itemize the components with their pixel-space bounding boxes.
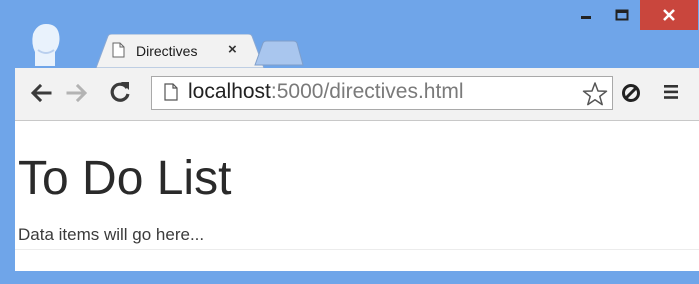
url-path: :5000/directives.html [270,80,464,103]
page-icon [164,83,178,101]
page-heading: To Do List [18,152,232,205]
page-icon [112,42,125,58]
address-bar[interactable]: localhost:5000/directives.html [151,76,613,110]
minimize-button[interactable] [569,0,603,30]
profile-avatar-icon[interactable] [27,22,65,66]
content-divider [15,249,699,250]
maximize-icon [615,9,629,21]
reload-icon[interactable] [107,79,133,105]
browser-toolbar: localhost:5000/directives.html [15,68,699,121]
close-button[interactable] [640,0,698,30]
tab-title: Directives [136,43,198,59]
close-icon [663,9,675,21]
forward-arrow-icon[interactable] [65,81,89,105]
tab-close-icon[interactable]: × [228,41,237,58]
page-content: To Do List Data items will go here... [15,121,699,271]
page-paragraph: Data items will go here... [18,225,205,244]
title-bar: Directives × [0,0,699,68]
url-host: localhost [188,80,271,103]
browser-window: Directives × localhost:5000/directives.h… [0,0,699,284]
new-tab-button[interactable] [253,40,305,66]
hamburger-menu-icon[interactable] [662,83,680,101]
extension-icon[interactable] [620,82,642,104]
star-icon[interactable] [582,81,608,107]
back-arrow-icon[interactable] [29,81,53,105]
tab-directives[interactable]: Directives × [96,34,264,68]
minimize-icon [581,16,591,19]
maximize-button[interactable] [605,0,639,30]
window-bottom-border [15,271,699,284]
url-text[interactable]: localhost:5000/directives.html [188,80,463,104]
